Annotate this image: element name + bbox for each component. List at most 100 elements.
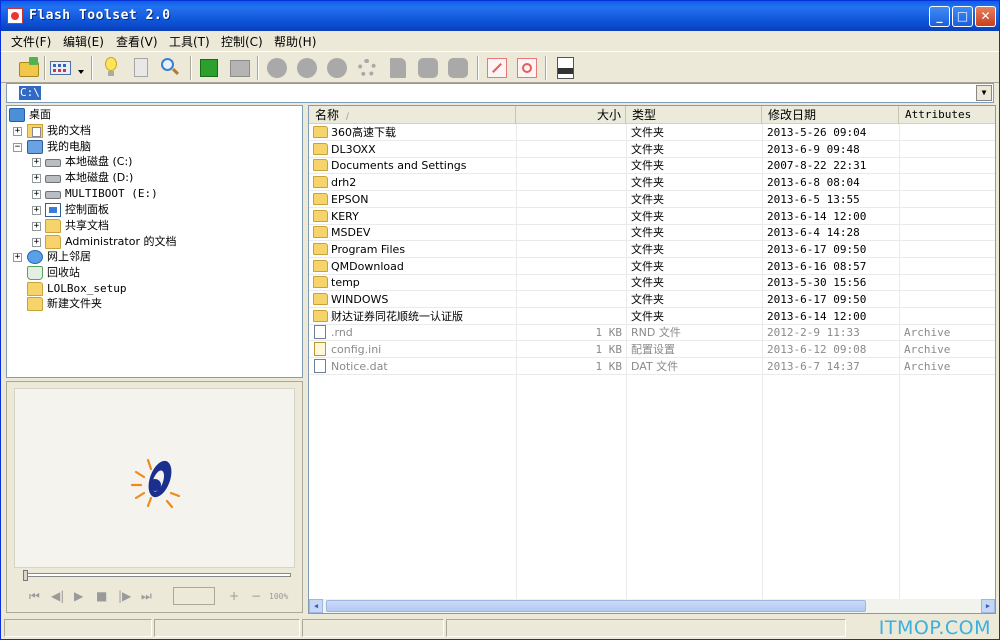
maximize-button[interactable]: □: [952, 6, 973, 27]
scroll-right-button[interactable]: ▶: [981, 599, 995, 613]
expand-toggle[interactable]: +: [32, 158, 41, 167]
menu-control[interactable]: 控制(C): [221, 33, 263, 50]
arrow-icon[interactable]: [295, 56, 319, 80]
cell-name: config.ini: [331, 343, 382, 357]
menu-file[interactable]: 文件(F): [11, 33, 51, 50]
column-header-attributes[interactable]: Attributes: [899, 106, 995, 124]
cell-name: QMDownload: [331, 259, 404, 273]
circle-icon[interactable]: [265, 56, 289, 80]
table-row[interactable]: Documents and Settings 文件夹 2007-8-22 22:31: [309, 157, 995, 175]
scroll-left-button[interactable]: ◀: [309, 599, 323, 613]
table-row[interactable]: DL3OXX 文件夹 2013-6-9 09:48: [309, 141, 995, 158]
folder-icon: [313, 276, 328, 289]
column-header-name[interactable]: 名称 /: [309, 106, 516, 124]
table-row[interactable]: MSDEV 文件夹 2013-6-4 14:28: [309, 224, 995, 242]
prev-frame-button[interactable]: ◀|: [51, 589, 64, 603]
document-icon[interactable]: [129, 56, 153, 80]
cell-type: 文件夹: [631, 276, 664, 290]
table-row[interactable]: Notice.dat 1 KB DAT 文件 2013-6-7 14:37 Archiv…: [309, 358, 995, 375]
table-row[interactable]: 财达证券同花顺统一认证版 文件夹 2013-6-14 12:00: [309, 308, 995, 325]
news-icon[interactable]: [553, 56, 577, 80]
table-row[interactable]: config.ini 1 KB 配置设置 2013-6-12 09:08 Archive: [309, 341, 995, 359]
stop-button[interactable]: ■: [96, 589, 107, 603]
expand-toggle[interactable]: +: [32, 222, 41, 231]
table-row[interactable]: KERY 文件夹 2013-6-14 12:00: [309, 208, 995, 225]
play-button[interactable]: ▶: [74, 589, 83, 603]
drive-icon: [45, 175, 61, 183]
table-row[interactable]: drh2 文件夹 2013-6-8 08:04: [309, 174, 995, 192]
cell-size: [516, 224, 622, 241]
status-panel: [302, 619, 444, 637]
rounded-square-icon[interactable]: [446, 56, 470, 80]
folder-icon: [313, 142, 328, 155]
folder-icon: [313, 192, 328, 205]
cell-modified: 2007-8-22 22:31: [767, 159, 867, 173]
playback-slider-thumb[interactable]: [23, 570, 28, 581]
title-bar[interactable]: Flash Toolset 2.0 _ □ ✕: [1, 1, 999, 31]
table-row[interactable]: temp 文件夹 2013-5-30 15:56: [309, 274, 995, 292]
folder-icon: [27, 282, 43, 296]
expand-toggle[interactable]: +: [13, 127, 22, 136]
expand-toggle[interactable]: +: [13, 253, 22, 262]
view-icon[interactable]: [49, 56, 73, 80]
playback-slider-track[interactable]: [23, 573, 291, 577]
menu-help[interactable]: 帮助(H): [274, 33, 316, 50]
green-square-icon[interactable]: [197, 56, 221, 80]
cell-size: [516, 157, 622, 174]
table-row[interactable]: 360高速下载 文件夹 2013-5-26 09:04: [309, 124, 995, 141]
column-header-type[interactable]: 类型: [626, 106, 762, 124]
address-dropdown-button[interactable]: ▼: [976, 85, 992, 101]
expand-toggle[interactable]: +: [32, 238, 41, 247]
table-row[interactable]: WINDOWS 文件夹 2013-6-17 09:50: [309, 291, 995, 308]
toolbar: [1, 51, 999, 83]
page-icon[interactable]: [386, 56, 410, 80]
first-frame-button[interactable]: ⏮: [29, 589, 40, 604]
table-row[interactable]: Program Files 文件夹 2013-6-17 09:50: [309, 241, 995, 258]
status-bar: ITMOP.COM: [1, 617, 999, 639]
menu-tools[interactable]: 工具(T): [169, 33, 210, 50]
zoom-in-button[interactable]: +: [229, 589, 239, 603]
next-frame-button[interactable]: |▶: [118, 589, 131, 603]
folder-icon: [313, 209, 328, 222]
gray-square-icon[interactable]: [228, 56, 252, 80]
menu-edit[interactable]: 编辑(E): [63, 33, 104, 50]
link-icon[interactable]: [515, 56, 539, 80]
minimize-button[interactable]: _: [929, 6, 950, 27]
column-header-modified[interactable]: 修改日期: [762, 106, 899, 124]
cell-name: Notice.dat: [331, 359, 388, 373]
network-icon: [27, 250, 43, 264]
gear-icon[interactable]: [355, 56, 379, 80]
zoom-out-button[interactable]: −: [251, 589, 261, 603]
column-header-size[interactable]: 大小: [516, 106, 626, 124]
expand-toggle[interactable]: +: [32, 206, 41, 215]
cell-type: 文件夹: [631, 142, 664, 156]
address-bar[interactable]: C:\ ▼: [6, 83, 994, 103]
menu-view[interactable]: 查看(V): [116, 33, 158, 50]
table-row[interactable]: QMDownload 文件夹 2013-6-16 08:57: [309, 258, 995, 275]
table-row[interactable]: .rnd 1 KB RND 文件 2012-2-9 11:33 Archive: [309, 324, 995, 342]
folder-icon: [313, 226, 328, 239]
search-icon[interactable]: [158, 56, 182, 80]
frame-input[interactable]: [173, 587, 215, 605]
horizontal-scrollbar[interactable]: ◀ ▶: [309, 599, 995, 613]
expand-toggle[interactable]: +: [32, 174, 41, 183]
close-button[interactable]: ✕: [975, 6, 996, 27]
folder-icon: [313, 159, 328, 172]
globe-icon[interactable]: [325, 56, 349, 80]
file-list-header: 名称 / 大小 类型 修改日期 Attributes: [309, 106, 995, 124]
last-frame-button[interactable]: ⏭: [141, 589, 152, 604]
table-row[interactable]: EPSON 文件夹 2013-6-5 13:55: [309, 191, 995, 208]
expand-toggle[interactable]: −: [13, 143, 22, 152]
expand-toggle[interactable]: +: [32, 190, 41, 199]
rounded-square-icon[interactable]: [416, 56, 440, 80]
window-title: Flash Toolset 2.0: [29, 8, 171, 23]
open-folder-icon[interactable]: [17, 56, 41, 80]
address-value[interactable]: C:\: [19, 86, 41, 100]
lightbulb-icon[interactable]: [99, 56, 123, 80]
preview-stage: [14, 388, 295, 568]
dropdown-arrow-icon[interactable]: [75, 56, 87, 80]
external-link-icon[interactable]: [485, 56, 509, 80]
file-icon: [314, 358, 326, 373]
scrollbar-thumb[interactable]: [326, 600, 866, 612]
control-panel-icon: [45, 203, 61, 217]
